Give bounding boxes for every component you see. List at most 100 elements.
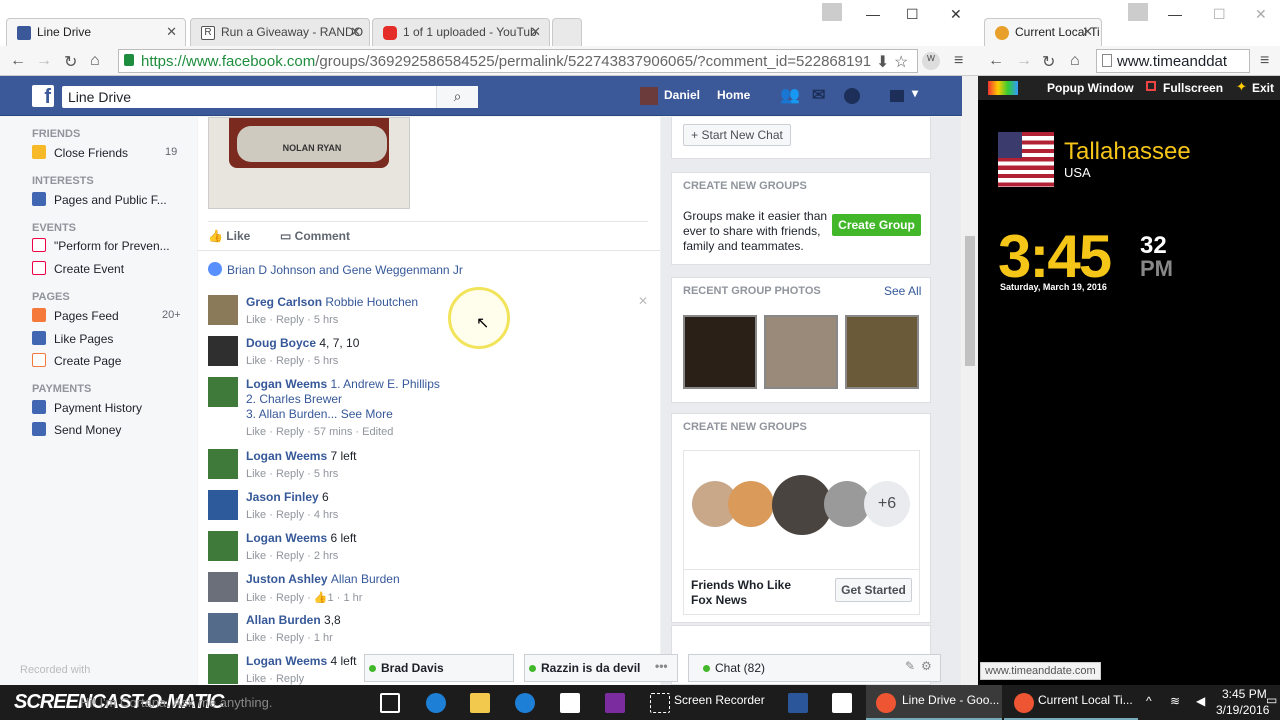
facebook-logo-icon[interactable]: f: [32, 85, 54, 108]
messages-icon[interactable]: ✉: [812, 85, 825, 105]
back-icon[interactable]: ←: [10, 52, 26, 70]
start-new-chat-button[interactable]: + Start New Chat: [683, 124, 791, 146]
maximize-icon[interactable]: ☐: [906, 6, 919, 23]
profile-icon[interactable]: [1128, 3, 1148, 21]
home-link[interactable]: Home: [717, 88, 750, 102]
comment-actions[interactable]: Like · Reply · 5 hrs: [246, 314, 338, 326]
commenter-name[interactable]: Doug Boyce: [246, 336, 316, 350]
gear-icon[interactable]: ⚙: [921, 659, 932, 673]
maximize-icon[interactable]: ☐: [1213, 6, 1226, 23]
close-icon[interactable]: ✕: [638, 294, 648, 308]
close-icon[interactable]: ✕: [530, 24, 541, 40]
fullscreen-button[interactable]: Fullscreen: [1163, 81, 1223, 95]
extension-icon[interactable]: w: [922, 52, 940, 70]
suggestion-text[interactable]: Friends Who Like Fox News: [691, 578, 811, 608]
comment-actions[interactable]: Like · Reply · 2 hrs: [246, 550, 338, 562]
tab-current-local-time[interactable]: Current Local Ti ✕: [984, 18, 1102, 46]
taskbar-current-local[interactable]: Current Local Ti...: [1004, 685, 1138, 720]
profile-icon[interactable]: [822, 3, 842, 21]
commenter-name[interactable]: Jason Finley: [246, 490, 319, 504]
screen-recorder-icon[interactable]: [650, 693, 670, 713]
scrollbar-thumb[interactable]: [965, 236, 975, 366]
taskbar-line-drive[interactable]: Line Drive - Goo...: [866, 685, 1002, 720]
minimize-icon[interactable]: —: [866, 6, 880, 22]
comment-actions[interactable]: Like · Reply · 5 hrs: [246, 355, 338, 367]
show-hidden-icons[interactable]: ^: [1146, 694, 1152, 708]
comment-actions[interactable]: Like · Reply: [246, 673, 304, 685]
close-icon[interactable]: ✕: [166, 24, 177, 40]
avatar[interactable]: [208, 613, 238, 643]
more-icon[interactable]: •••: [655, 659, 668, 673]
minimize-icon[interactable]: —: [1168, 6, 1182, 22]
internet-explorer-icon[interactable]: [515, 693, 535, 713]
comment-actions[interactable]: Like · Reply · 4 hrs: [246, 509, 338, 521]
wifi-icon[interactable]: ≋: [1170, 694, 1180, 708]
amazon-icon[interactable]: [560, 693, 580, 713]
avatar[interactable]: [208, 490, 238, 520]
scrollbar[interactable]: [962, 76, 978, 685]
commenter-name[interactable]: Logan Weems: [246, 531, 327, 545]
close-icon[interactable]: ✕: [1082, 24, 1093, 40]
privacy-icon[interactable]: [890, 90, 904, 102]
close-window-icon[interactable]: ✕: [950, 6, 962, 23]
menu-icon[interactable]: ≡: [1260, 52, 1269, 70]
chat-tab-brad[interactable]: Brad Davis: [364, 654, 514, 682]
commenter-name[interactable]: Logan Weems: [246, 449, 327, 463]
task-view-icon[interactable]: [380, 693, 400, 713]
taskbar-clock-time[interactable]: 3:45 PM: [1222, 687, 1267, 701]
address-bar[interactable]: www.timeanddat: [1096, 49, 1250, 73]
group-photo[interactable]: [845, 315, 919, 389]
reload-icon[interactable]: ↻: [64, 52, 77, 72]
close-icon[interactable]: ✕: [350, 24, 361, 40]
close-window-icon[interactable]: ✕: [1255, 6, 1267, 23]
reload-icon[interactable]: ↻: [1042, 52, 1055, 72]
sidebar-item-send-money[interactable]: Send Money: [32, 422, 121, 437]
get-started-button[interactable]: Get Started: [835, 578, 912, 602]
tab-giveaway[interactable]: R Run a Giveaway - RANDO ✕: [190, 18, 370, 46]
chat-tab-razzin[interactable]: Razzin is da devil •••: [524, 654, 678, 682]
menu-icon[interactable]: ≡: [954, 52, 963, 70]
commenter-name[interactable]: Logan Weems: [246, 654, 327, 668]
see-all-link[interactable]: See All: [884, 284, 921, 298]
home-icon[interactable]: ⌂: [1070, 52, 1080, 70]
avatar[interactable]: [208, 572, 238, 602]
comment-actions[interactable]: Like · Reply · 👍1 · 1 hr: [246, 591, 362, 604]
chat-sidebar-toggle[interactable]: Chat (82) ✎ ⚙: [688, 654, 941, 682]
likers-link[interactable]: Brian D Johnson and Gene Weggenmann Jr: [227, 263, 463, 277]
file-explorer-icon[interactable]: [470, 693, 490, 713]
avatar[interactable]: [208, 654, 238, 684]
page-action-icon[interactable]: ⬇: [876, 52, 889, 72]
avatar[interactable]: [208, 531, 238, 561]
comment-actions[interactable]: Like · Reply · 1 hr: [246, 632, 333, 644]
cortana-search-input[interactable]: Hi! I'm Cortana. Ask me anything.: [80, 695, 273, 710]
settings-dropdown-icon[interactable]: ▾: [912, 86, 918, 100]
store-icon[interactable]: [832, 693, 852, 713]
new-tab-button[interactable]: [552, 18, 582, 46]
group-photo[interactable]: [764, 315, 838, 389]
home-icon[interactable]: ⌂: [90, 52, 100, 70]
volume-icon[interactable]: ◀: [1196, 694, 1205, 708]
search-icon[interactable]: ⌕: [436, 86, 478, 108]
forward-icon[interactable]: →: [1016, 52, 1032, 70]
like-button[interactable]: 👍 Like: [208, 229, 250, 243]
commenter-name[interactable]: Allan Burden: [246, 613, 321, 627]
taskbar-screen-recorder[interactable]: Screen Recorder: [674, 693, 765, 707]
sidebar-item-pages-public[interactable]: Pages and Public F...: [32, 192, 167, 207]
notification-icon[interactable]: ▭: [1266, 693, 1277, 707]
tab-youtube[interactable]: 1 of 1 uploaded - YouTub ✕: [372, 18, 550, 46]
taskbar-clock-date[interactable]: 3/19/2016: [1216, 703, 1269, 717]
exit-button[interactable]: Exit: [1252, 81, 1274, 95]
avatar[interactable]: [208, 449, 238, 479]
edit-icon[interactable]: ✎: [905, 659, 915, 673]
group-photo[interactable]: [683, 315, 757, 389]
friend-requests-icon[interactable]: 👥: [780, 85, 800, 105]
sidebar-item-create-page[interactable]: Create Page: [32, 353, 121, 368]
user-name-link[interactable]: Daniel: [664, 88, 700, 102]
sidebar-item-payment-history[interactable]: Payment History: [32, 400, 142, 415]
tagged-name[interactable]: Robbie Houtchen: [325, 295, 418, 309]
onenote-icon[interactable]: [605, 693, 625, 713]
comment-actions[interactable]: Like · Reply · 5 hrs: [246, 468, 338, 480]
notifications-globe-icon[interactable]: [844, 88, 860, 104]
sidebar-item-pages-feed[interactable]: Pages Feed: [32, 308, 119, 323]
comment-actions[interactable]: Like · Reply · 57 mins · Edited: [246, 426, 393, 438]
